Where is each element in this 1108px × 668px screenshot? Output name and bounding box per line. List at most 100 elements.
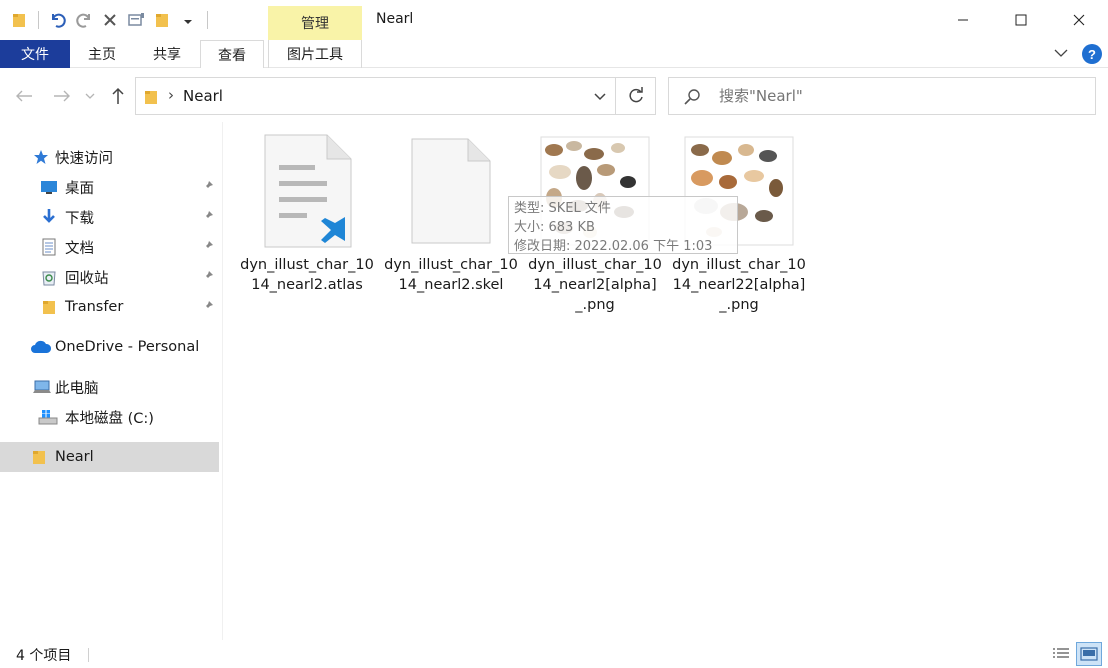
sidebar-item-label: Transfer bbox=[65, 299, 124, 315]
window-title: Nearl bbox=[376, 11, 414, 27]
refresh-icon bbox=[628, 87, 643, 103]
help-button[interactable]: ? bbox=[1082, 44, 1102, 64]
sidebar-item-label: OneDrive - Personal bbox=[55, 339, 200, 355]
sidebar-item-recycle-bin[interactable]: 回收站 bbox=[0, 262, 219, 292]
minimize-button[interactable] bbox=[934, 0, 992, 40]
item-count: 4 个项目 bbox=[16, 648, 72, 664]
download-icon bbox=[40, 208, 58, 226]
folder-icon bbox=[30, 448, 48, 466]
quick-access-toolbar bbox=[8, 8, 212, 32]
pane-divider[interactable] bbox=[222, 122, 223, 640]
redo-icon[interactable] bbox=[73, 9, 95, 31]
sidebar-item-label: Nearl bbox=[55, 449, 94, 465]
chevron-down-icon bbox=[594, 93, 606, 101]
sidebar-item-desktop[interactable]: 桌面 bbox=[0, 172, 219, 202]
tab-view[interactable]: 查看 bbox=[200, 40, 264, 68]
navigation-pane: 快速访问 桌面 下载 文档 回收站 Transfer OneDrive - Pe… bbox=[0, 140, 222, 640]
tab-file[interactable]: 文件 bbox=[0, 40, 70, 68]
search-icon bbox=[683, 88, 701, 110]
file-name: dyn_illust_char_1014_nearl22[alpha]_.png bbox=[672, 257, 806, 313]
title-bar: 管理 Nearl bbox=[0, 0, 1108, 40]
arrow-up-icon bbox=[112, 87, 124, 104]
new-folder-icon[interactable] bbox=[151, 9, 173, 31]
sidebar-item-local-disk-c[interactable]: 本地磁盘 (C:) bbox=[0, 402, 219, 432]
vscode-file-icon bbox=[240, 132, 374, 250]
folder-icon bbox=[144, 89, 158, 109]
sidebar-item-label: 本地磁盘 (C:) bbox=[65, 410, 154, 427]
recycle-bin-icon bbox=[40, 268, 58, 286]
file-name: dyn_illust_char_1014_nearl2[alpha]_.png bbox=[528, 257, 662, 313]
back-button[interactable] bbox=[12, 84, 36, 108]
address-dropdown-button[interactable] bbox=[593, 87, 607, 109]
search-box[interactable] bbox=[668, 77, 1096, 115]
desktop-icon bbox=[40, 178, 58, 196]
tooltip-size: 大小: 683 KB bbox=[514, 220, 595, 235]
maximize-icon bbox=[1015, 14, 1027, 26]
details-view-icon bbox=[1053, 648, 1069, 658]
document-icon bbox=[40, 238, 58, 256]
window-controls bbox=[934, 0, 1108, 40]
sidebar-item-onedrive[interactable]: OneDrive - Personal bbox=[0, 332, 219, 362]
expand-ribbon-button[interactable] bbox=[1054, 46, 1068, 62]
sidebar-item-downloads[interactable]: 下载 bbox=[0, 202, 219, 232]
chevron-down-icon bbox=[85, 93, 95, 99]
pin-icon bbox=[202, 210, 214, 226]
address-bar[interactable]: › Nearl bbox=[135, 77, 616, 115]
pin-icon bbox=[202, 300, 214, 316]
navigation-bar: › Nearl bbox=[0, 70, 1108, 122]
customize-dropdown-icon[interactable] bbox=[177, 9, 199, 31]
sidebar-item-documents[interactable]: 文档 bbox=[0, 232, 219, 262]
sidebar-item-label: 此电脑 bbox=[55, 380, 99, 397]
arrow-left-icon bbox=[16, 90, 32, 102]
sidebar-item-transfer[interactable]: Transfer bbox=[0, 292, 219, 322]
refresh-button[interactable] bbox=[616, 77, 656, 115]
minimize-icon bbox=[958, 19, 968, 21]
ribbon-controls: ? bbox=[1054, 42, 1102, 66]
up-button[interactable] bbox=[106, 84, 130, 108]
large-icons-view-icon bbox=[1080, 647, 1098, 661]
sidebar-item-this-pc[interactable]: 此电脑 bbox=[0, 372, 219, 402]
sidebar-item-label: 快速访问 bbox=[55, 150, 113, 167]
tooltip-type: 类型: SKEL 文件 bbox=[514, 201, 611, 216]
drive-icon bbox=[38, 408, 58, 426]
tab-home[interactable]: 主页 bbox=[72, 40, 132, 68]
pin-icon bbox=[202, 180, 214, 196]
properties-icon[interactable] bbox=[125, 9, 147, 31]
breadcrumb-separator[interactable]: › bbox=[168, 86, 174, 104]
maximize-button[interactable] bbox=[992, 0, 1050, 40]
close-icon bbox=[1073, 14, 1085, 26]
sidebar-item-label: 回收站 bbox=[65, 270, 109, 287]
sidebar-item-label: 下载 bbox=[65, 210, 94, 227]
undo-icon[interactable] bbox=[47, 9, 69, 31]
computer-icon bbox=[32, 378, 52, 396]
chevron-down-icon bbox=[1054, 49, 1068, 57]
delete-icon[interactable] bbox=[99, 9, 121, 31]
manage-context-header: 管理 bbox=[268, 6, 362, 40]
arrow-right-icon bbox=[54, 90, 70, 102]
pin-icon bbox=[202, 270, 214, 286]
status-bar: 4 个项目 bbox=[0, 640, 1108, 668]
breadcrumb-nearl[interactable]: Nearl bbox=[183, 87, 223, 105]
close-button[interactable] bbox=[1050, 0, 1108, 40]
blank-file-icon bbox=[384, 132, 518, 250]
tab-share[interactable]: 共享 bbox=[136, 40, 198, 68]
forward-button[interactable] bbox=[50, 84, 74, 108]
tooltip-modified: 修改日期: 2022.02.06 下午 1:03 bbox=[514, 239, 713, 254]
sidebar-item-quick-access[interactable]: 快速访问 bbox=[0, 142, 219, 172]
sidebar-item-label: 文档 bbox=[65, 240, 94, 257]
ribbon-tab-bar: 文件 主页 共享 查看 图片工具 ? bbox=[0, 40, 1108, 68]
tab-picture-tools[interactable]: 图片工具 bbox=[268, 40, 362, 68]
folder-icon bbox=[8, 9, 30, 31]
toolbar-separator bbox=[38, 11, 39, 29]
large-icons-view-button[interactable] bbox=[1076, 642, 1102, 666]
file-explorer-window: 管理 Nearl 文件 主页 共享 查看 图片工具 ? › Nearl 搜索"N… bbox=[0, 0, 1108, 668]
folder-icon bbox=[40, 298, 58, 316]
sidebar-item-nearl[interactable]: Nearl bbox=[0, 442, 219, 472]
search-input[interactable] bbox=[719, 87, 1079, 105]
status-separator bbox=[88, 648, 89, 662]
details-view-button[interactable] bbox=[1048, 642, 1074, 666]
toolbar-separator bbox=[207, 11, 208, 29]
sidebar-item-label: 桌面 bbox=[65, 180, 94, 197]
recent-locations-button[interactable] bbox=[82, 84, 98, 108]
pin-icon bbox=[202, 240, 214, 256]
